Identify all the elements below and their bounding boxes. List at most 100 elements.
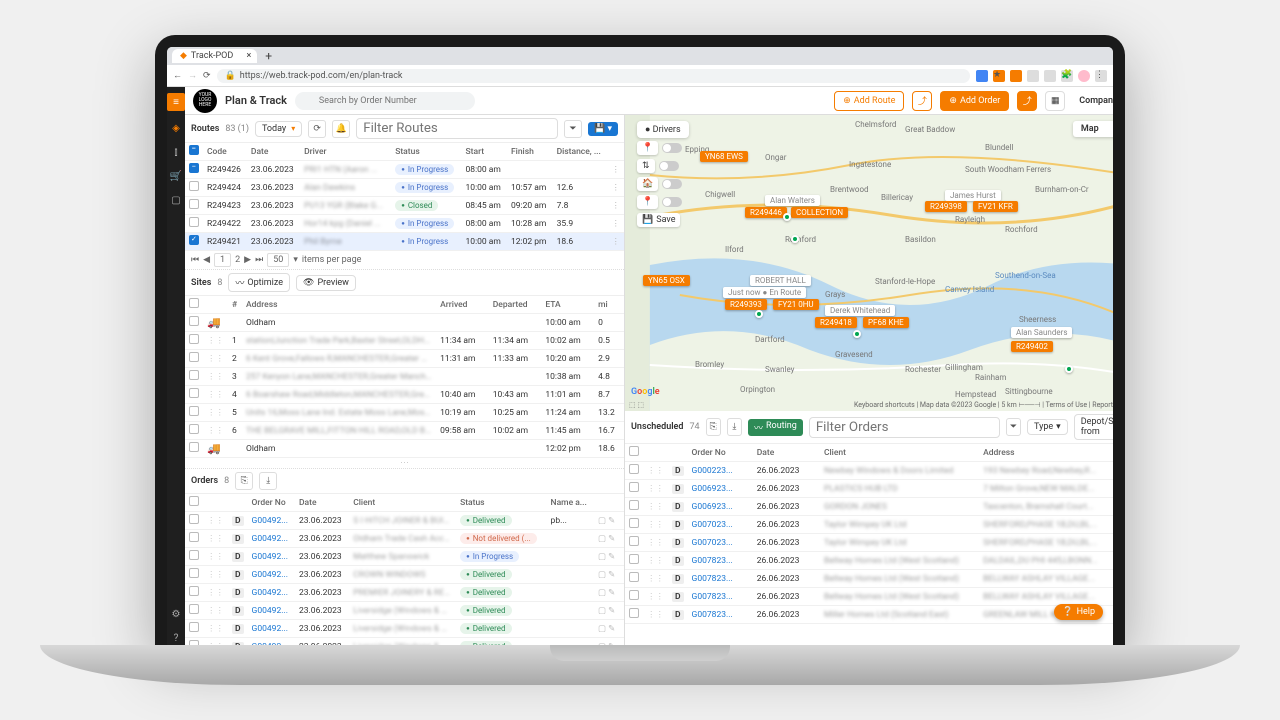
drag-icon[interactable]: ⋮⋮ xyxy=(207,354,224,364)
table-row[interactable]: ⋮⋮ D G007823...26.06.2023 Miller Homes L… xyxy=(625,606,1113,624)
drag-icon[interactable]: ⋮⋮ xyxy=(207,588,224,598)
copy-icon[interactable]: ⎘ xyxy=(235,472,253,490)
table-row[interactable]: ⋮⋮ 3257 Kenyon Lane,MANCHESTER,Greater M… xyxy=(185,368,624,386)
more-icon[interactable]: ⋮ xyxy=(608,215,625,233)
map-marker[interactable]: ROBERT HALL xyxy=(750,275,811,286)
table-row[interactable]: ⋮⋮ D G006923...26.06.2023 GORDON JONES T… xyxy=(625,498,1113,516)
filter-icon[interactable]: ⏷ xyxy=(1006,418,1021,436)
table-row[interactable]: R24942323.06.2023PU13 YGR (Blake G... Cl… xyxy=(185,197,624,215)
map-marker[interactable]: R249398 xyxy=(925,201,967,212)
map-marker[interactable]: Alan Saunders xyxy=(1011,327,1072,338)
map-pin[interactable] xyxy=(791,235,799,243)
table-row[interactable]: ⋮⋮ D G006923...26.06.2023 PLASTICS HUB L… xyxy=(625,480,1113,498)
drag-icon[interactable]: ⋮⋮ xyxy=(207,606,224,616)
map-pin[interactable] xyxy=(853,330,861,338)
map-marker[interactable]: YN68 EWS xyxy=(700,151,748,162)
menu-icon[interactable]: ≡ xyxy=(167,93,185,111)
cart-icon[interactable]: 🛒 xyxy=(169,169,183,183)
company-label[interactable]: Company ID xyxy=(1073,96,1113,106)
table-row[interactable]: ⋮⋮ D G00492...23.06.2023 S I HITCH JOINE… xyxy=(185,512,624,530)
close-icon[interactable]: × xyxy=(246,51,251,61)
table-row[interactable]: R24942223.06.2023Hor14 kpg (Daniel ... I… xyxy=(185,215,624,233)
drag-icon[interactable]: ⋮⋮ xyxy=(647,502,664,512)
table-row[interactable]: ⋮⋮ D G007823...26.06.2023 Bellway Homes … xyxy=(625,552,1113,570)
map-marker[interactable]: Just now ● En Route xyxy=(723,287,806,298)
routes-checkall[interactable] xyxy=(189,145,199,155)
table-row[interactable]: ⋮⋮ D G00492...23.06.2023 Liversidge (Win… xyxy=(185,638,624,646)
drag-icon[interactable]: ⋮⋮ xyxy=(207,408,224,418)
help-icon[interactable]: ? xyxy=(169,631,183,645)
drag-icon[interactable]: ⋮⋮ xyxy=(207,534,224,544)
table-row[interactable]: R24942623.06.2023PRI1 HTN (Aaron ... In … xyxy=(185,161,624,179)
table-row[interactable]: ⋮⋮ 6THE BELGRAVE MILL,FITTON HILL ROAD,O… xyxy=(185,422,624,440)
drag-icon[interactable]: ⋮⋮ xyxy=(207,516,224,526)
address-bar[interactable]: 🔒 https://web.track-pod.com/en/plan-trac… xyxy=(217,69,970,83)
map-marker[interactable]: FY21 0HU xyxy=(773,299,819,310)
layer-toggle-1[interactable]: 📍 xyxy=(637,141,658,155)
drag-icon[interactable]: ⋮⋮ xyxy=(647,556,664,566)
map-marker[interactable]: Derek Whitehead xyxy=(825,305,895,316)
export-icon[interactable]: ⤓ xyxy=(259,472,277,490)
table-row[interactable]: 🚚 Oldham 12:02 pm18.6 xyxy=(185,440,624,458)
drag-icon[interactable]: ⋮⋮ xyxy=(647,520,664,530)
map-panel[interactable]: ChelmsfordGreat BaddowEppingIngatestoneB… xyxy=(625,115,1113,411)
routes-filter-input[interactable] xyxy=(356,118,558,139)
layer-toggle-3[interactable]: 🏠 xyxy=(637,177,658,191)
table-row[interactable]: ⋮⋮ D G00492...23.06.2023 Liversidge (Win… xyxy=(185,620,624,638)
drag-icon[interactable]: ⋮⋮ xyxy=(207,552,224,562)
add-order-button[interactable]: ⊕ Add Order xyxy=(940,91,1009,111)
help-button[interactable]: ❔ Help xyxy=(1054,604,1103,620)
table-row[interactable]: R24942123.06.2023Phil Byrne In Progress … xyxy=(185,233,624,251)
bell-icon[interactable]: 🔔 xyxy=(332,120,350,138)
forward-icon[interactable]: → xyxy=(188,70,197,81)
map-type-toggle[interactable]: Map Hybrid xyxy=(1073,121,1113,137)
date-filter[interactable]: Today xyxy=(255,121,302,137)
table-row[interactable]: ⋮⋮ 1station|Junction Trade Park,Baxter S… xyxy=(185,332,624,350)
drag-icon[interactable]: ⋮⋮ xyxy=(647,466,664,476)
table-row[interactable]: ⋮⋮ 5Units 16,Moss Lane Ind. Estate Moss … xyxy=(185,404,624,422)
type-filter[interactable]: Type ▾ xyxy=(1027,419,1068,435)
map-marker[interactable]: R249393 xyxy=(725,299,767,310)
upload-route-icon[interactable]: ⤴ xyxy=(912,91,932,111)
table-row[interactable]: 🚚 Oldham 10:00 am0 xyxy=(185,314,624,332)
depot-filter[interactable]: Depot/Ship from ▾ xyxy=(1074,414,1113,440)
more-icon[interactable]: ⋮ xyxy=(608,179,625,197)
table-row[interactable]: ⋮⋮ D G00492...23.06.2023 CROWN WINDOWS D… xyxy=(185,566,624,584)
more-icon[interactable]: ⋮ xyxy=(608,233,625,251)
table-row[interactable]: ⋮⋮ D G00492...23.06.2023 Liversidge (Win… xyxy=(185,602,624,620)
reload-icon[interactable]: ⟳ xyxy=(203,71,211,81)
copy-icon[interactable]: ⎘ xyxy=(706,418,721,436)
map-marker[interactable]: R249418 xyxy=(815,317,857,328)
save-dropdown[interactable]: 💾 ▾ xyxy=(588,122,618,136)
new-tab-button[interactable]: + xyxy=(265,49,272,63)
table-row[interactable]: ⋮⋮ D G00492...23.06.2023 Oldham Trade Ca… xyxy=(185,530,624,548)
map-marker[interactable]: FV21 KFR xyxy=(973,201,1018,212)
layer-toggle-2[interactable]: ⇅ xyxy=(637,159,655,173)
map-marker[interactable]: James Hurst xyxy=(945,190,1001,201)
optimize-button[interactable]: 〰 Optimize xyxy=(228,273,290,292)
table-row[interactable]: ⋮⋮ 46 Boarshaw Road,Middleton,MANCHESTER… xyxy=(185,386,624,404)
save-button[interactable]: 💾 Save xyxy=(637,213,680,227)
more-icon[interactable]: ⋮ xyxy=(608,197,625,215)
gear-icon[interactable]: ⚙ xyxy=(169,607,183,621)
table-row[interactable]: ⋮⋮ D G00492...23.06.2023 PREMIER JOINERY… xyxy=(185,584,624,602)
filter-icon[interactable]: ⏷ xyxy=(564,120,582,138)
drag-icon[interactable]: ⋮⋮ xyxy=(207,570,224,580)
routing-button[interactable]: 〰 Routing xyxy=(748,419,803,436)
table-row[interactable]: ⋮⋮ D G007023...26.06.2023 Taylor Wimpey … xyxy=(625,534,1113,552)
table-row[interactable]: ⋮⋮ D G007023...26.06.2023 Taylor Wimpey … xyxy=(625,516,1113,534)
table-row[interactable]: ⋮⋮ 26 Kent Grove,Fallows R,MANCHESTER,Gr… xyxy=(185,350,624,368)
map-pin[interactable] xyxy=(755,310,763,318)
map-marker[interactable]: R249446 xyxy=(745,207,787,218)
more-icon[interactable]: ⋮ xyxy=(608,161,625,179)
layer-toggle-4[interactable]: 📍 xyxy=(637,195,658,209)
drag-icon[interactable]: ⋮⋮ xyxy=(207,426,224,436)
map-marker[interactable]: PF68 KHE xyxy=(863,317,909,328)
drag-icon[interactable]: ⋮⋮ xyxy=(647,592,664,602)
card-icon[interactable]: ▢ xyxy=(169,193,183,207)
drivers-toggle[interactable]: ● Drivers xyxy=(637,121,689,138)
back-icon[interactable]: ← xyxy=(173,70,182,81)
map-pin[interactable] xyxy=(1065,365,1073,373)
map-marker[interactable]: Alan Walters xyxy=(765,195,820,206)
table-row[interactable]: ⋮⋮ D G007823...26.06.2023 Bellway Homes … xyxy=(625,570,1113,588)
